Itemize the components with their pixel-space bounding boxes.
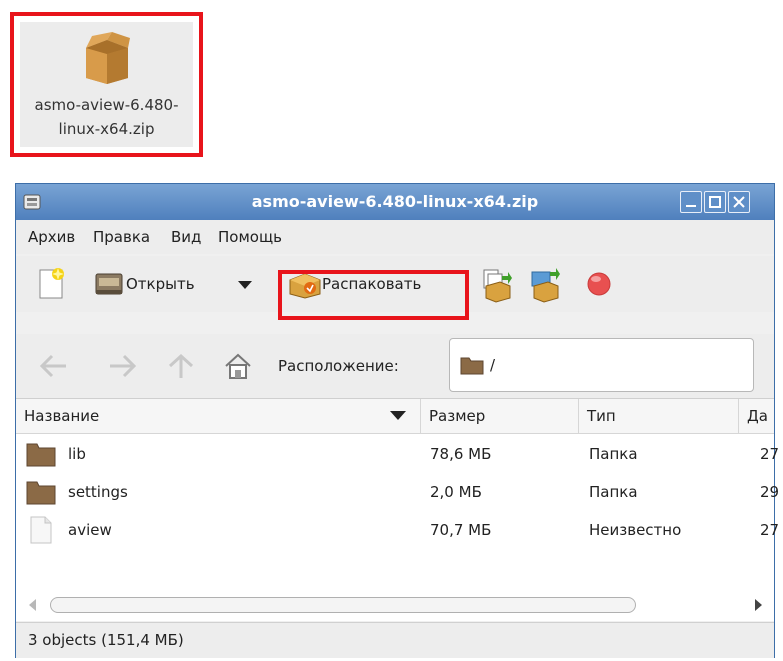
- minimize-button[interactable]: [680, 191, 702, 213]
- row-name: aview: [68, 521, 112, 539]
- menu-edit[interactable]: Правка: [93, 220, 150, 254]
- folder-icon: [26, 481, 56, 505]
- add-files-icon: [483, 269, 512, 303]
- maximize-icon: [709, 196, 721, 208]
- column-date[interactable]: Да: [739, 399, 774, 433]
- add-folder-button[interactable]: [526, 264, 562, 304]
- home-icon[interactable]: [222, 350, 254, 382]
- scroll-thumb[interactable]: [50, 597, 636, 613]
- horizontal-scrollbar[interactable]: [16, 593, 774, 617]
- title-bar[interactable]: asmo-aview-6.480-linux-x64.zip: [16, 184, 774, 220]
- open-button[interactable]: Открыть: [92, 264, 222, 304]
- row-type: Неизвестно: [589, 521, 682, 539]
- scroll-left-icon: [29, 599, 36, 611]
- row-type: Папка: [589, 445, 638, 463]
- row-size: 70,7 МБ: [430, 521, 492, 539]
- list-header: Название Размер Тип Да: [16, 399, 774, 434]
- table-row[interactable]: lib 78,6 МБ Папка 27: [16, 435, 779, 473]
- window-title: asmo-aview-6.480-linux-x64.zip: [251, 192, 539, 211]
- stop-button[interactable]: [584, 264, 614, 304]
- row-size: 78,6 МБ: [430, 445, 492, 463]
- add-files-button[interactable]: [478, 264, 514, 304]
- location-bar: Расположение: /: [16, 334, 774, 398]
- status-bar: 3 objects (151,4 МБ): [16, 622, 774, 658]
- file-list: Название Размер Тип Да lib 78,6 МБ Папка…: [16, 398, 779, 621]
- menu-archive[interactable]: Архив: [28, 220, 75, 254]
- desktop-file-icon[interactable]: asmo-aview-6.480- linux-x64.zip: [20, 22, 193, 147]
- chevron-down-icon: [238, 281, 252, 289]
- file-icon: [30, 516, 52, 544]
- menu-bar: Архив Правка Вид Помощь: [16, 220, 774, 254]
- open-dropdown-button[interactable]: [230, 264, 260, 304]
- sort-arrow-icon: [390, 411, 406, 420]
- desktop-icon-highlight: asmo-aview-6.480- linux-x64.zip: [10, 12, 203, 157]
- location-path: /: [490, 356, 496, 374]
- table-row[interactable]: aview 70,7 МБ Неизвестно 27: [16, 511, 779, 549]
- scroll-right-icon: [755, 599, 762, 611]
- menu-view[interactable]: Вид: [171, 220, 201, 254]
- stop-icon: [587, 272, 611, 296]
- close-button[interactable]: [728, 191, 750, 213]
- open-label: Открыть: [126, 275, 195, 293]
- minimize-icon: [686, 205, 696, 207]
- row-type: Папка: [589, 483, 638, 501]
- row-name: lib: [68, 445, 86, 463]
- row-name: settings: [68, 483, 128, 501]
- desktop-file-label: asmo-aview-6.480- linux-x64.zip: [34, 96, 179, 138]
- column-size[interactable]: Размер: [421, 399, 579, 433]
- forward-arrow-icon[interactable]: [106, 352, 138, 380]
- archive-manager-window: asmo-aview-6.480-linux-x64.zip Архив Пра…: [15, 183, 779, 658]
- row-date: 27: [760, 445, 780, 463]
- maximize-button[interactable]: [704, 191, 726, 213]
- new-archive-button[interactable]: [34, 264, 68, 304]
- row-size: 2,0 МБ: [430, 483, 482, 501]
- location-field[interactable]: /: [449, 338, 754, 392]
- column-name[interactable]: Название: [16, 399, 421, 433]
- row-date: 29: [760, 483, 780, 501]
- folder-icon: [26, 443, 56, 467]
- table-row[interactable]: settings 2,0 МБ Папка 29: [16, 473, 779, 511]
- status-text: 3 objects (151,4 МБ): [28, 631, 184, 649]
- folder-icon: [460, 357, 484, 375]
- up-arrow-icon[interactable]: [166, 352, 196, 382]
- close-icon: [733, 196, 745, 208]
- back-arrow-icon[interactable]: [38, 352, 70, 380]
- menu-help[interactable]: Помощь: [218, 220, 282, 254]
- add-folder-icon: [531, 268, 560, 303]
- column-type[interactable]: Тип: [579, 399, 739, 433]
- open-archive-icon: [95, 273, 123, 295]
- new-document-icon: [39, 268, 64, 299]
- row-date: 27: [760, 521, 780, 539]
- location-label: Расположение:: [278, 357, 399, 375]
- extract-button-highlight: [278, 270, 469, 320]
- archive-box-icon: [82, 30, 132, 85]
